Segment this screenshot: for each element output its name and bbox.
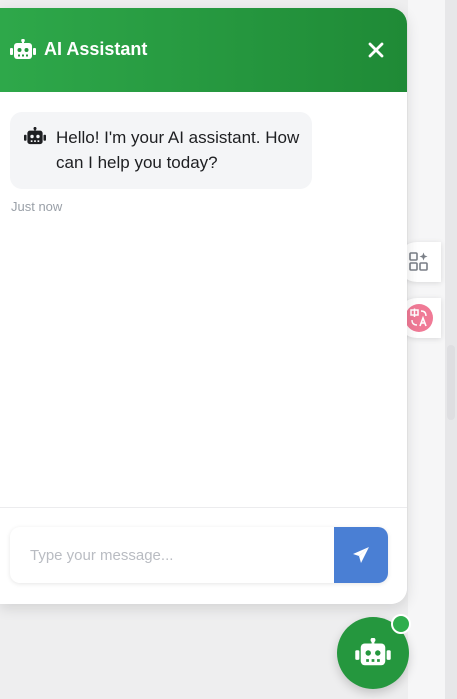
scrollbar-thumb[interactable] (447, 345, 455, 420)
paper-plane-icon (353, 547, 369, 563)
page-background-strip (408, 0, 445, 699)
close-icon (368, 42, 384, 58)
composer (0, 507, 407, 604)
chat-window: AI Assistant Hello! I'm your AI assistan… (0, 8, 407, 604)
robot-icon (24, 127, 46, 145)
message-list[interactable]: Hello! I'm your AI assistant. How can I … (0, 92, 407, 507)
chat-header: AI Assistant (0, 8, 407, 92)
chat-title: AI Assistant (44, 39, 148, 59)
message-timestamp: Just now (11, 199, 63, 214)
message-input[interactable] (10, 527, 334, 583)
translate-icon (405, 304, 433, 332)
assistant-message-bubble: Hello! I'm your AI assistant. How can I … (10, 112, 312, 189)
robot-icon (355, 638, 391, 666)
online-status-dot (391, 614, 411, 634)
robot-icon (10, 39, 36, 59)
composer-box (10, 527, 388, 583)
send-button[interactable] (334, 527, 388, 583)
close-button[interactable] (360, 34, 392, 66)
grid-sparkle-icon (409, 252, 428, 271)
message-text: Hello! I'm your AI assistant. How can I … (56, 128, 300, 172)
